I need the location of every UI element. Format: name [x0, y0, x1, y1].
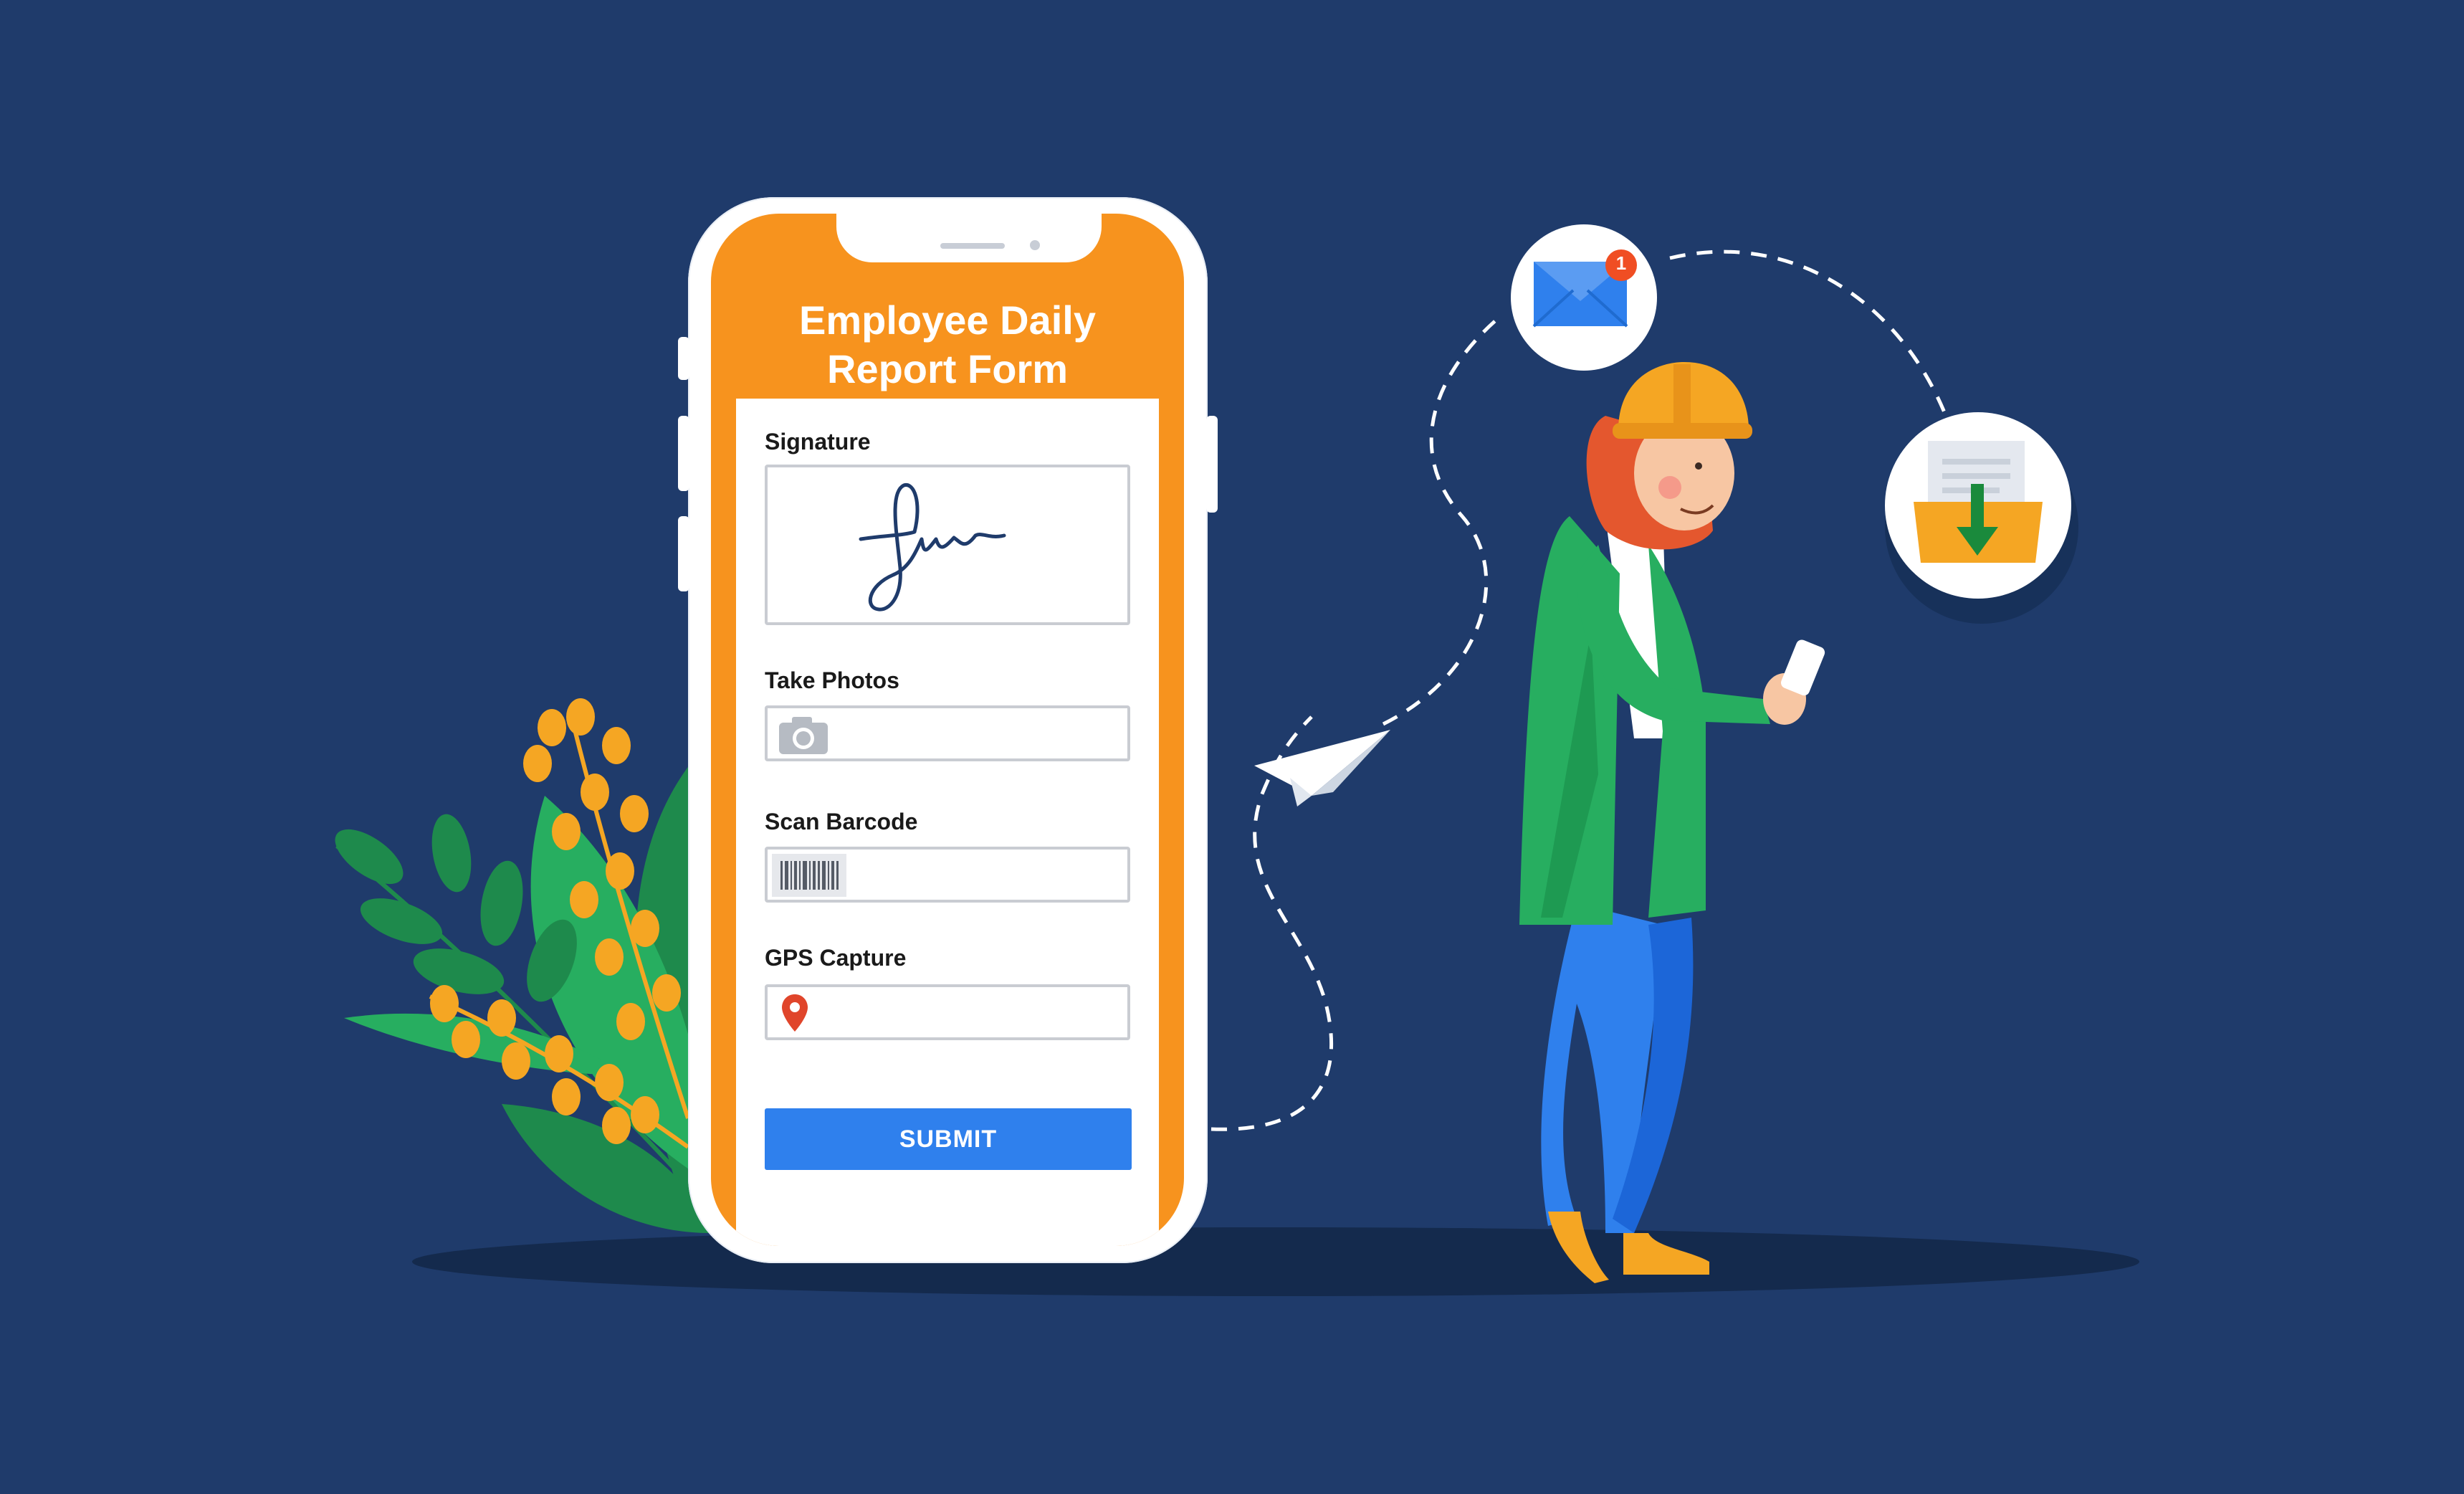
worker-character — [1519, 362, 1825, 1283]
illustration-scene: Employee Daily Report Form Signature Tak… — [0, 0, 2464, 1494]
